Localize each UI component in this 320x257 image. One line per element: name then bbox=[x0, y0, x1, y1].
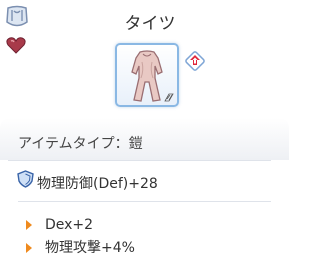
equip-up-arrow-icon[interactable] bbox=[183, 49, 207, 73]
bonus-row: Dex+2 bbox=[26, 217, 93, 233]
divider bbox=[8, 160, 271, 161]
heart-icon bbox=[6, 37, 26, 54]
bonus-text: 物理攻撃+4% bbox=[45, 240, 135, 256]
item-slot[interactable] bbox=[115, 43, 179, 107]
shield-icon bbox=[17, 170, 34, 188]
orange-triangle-icon bbox=[26, 220, 32, 230]
defense-stat: 物理防御(Def)+28 bbox=[37, 176, 158, 192]
item-name: タイツ bbox=[124, 14, 176, 34]
bonus-text: Dex+2 bbox=[45, 217, 94, 233]
armor-icon bbox=[6, 5, 28, 27]
orange-triangle-icon bbox=[26, 243, 32, 253]
bonus-row: 物理攻撃+4% bbox=[26, 237, 135, 257]
divider bbox=[18, 201, 271, 202]
slot-tag-icon bbox=[164, 93, 174, 102]
item-type-label: アイテムタイプ：鎧 bbox=[18, 136, 143, 152]
